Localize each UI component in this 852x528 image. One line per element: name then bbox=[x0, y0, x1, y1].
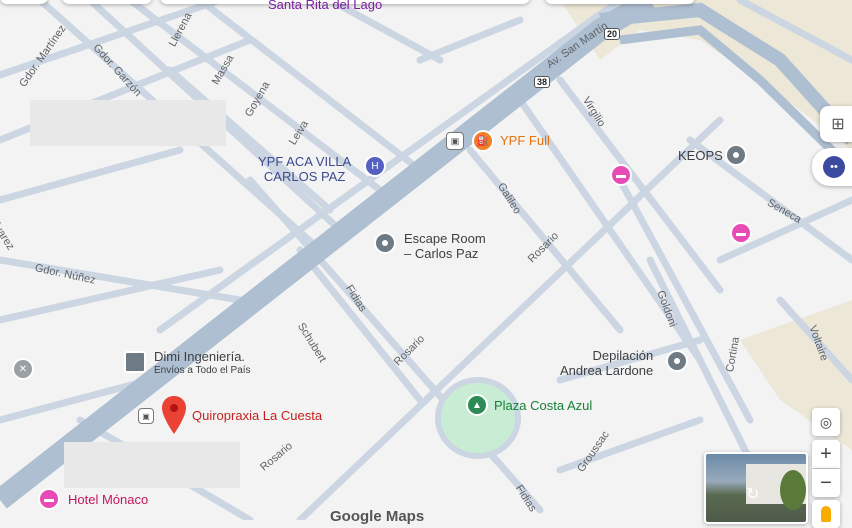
poi-label-escape-room[interactable]: Escape Room – Carlos Paz bbox=[404, 231, 486, 261]
top-chip[interactable] bbox=[0, 0, 48, 4]
poi-label-plaza[interactable]: Plaza Costa Azul bbox=[494, 398, 592, 413]
poi-label-ypf-aca[interactable]: YPF ACA VILLA CARLOS PAZ bbox=[258, 154, 351, 184]
bus-stop-icon[interactable]: ▣ bbox=[446, 132, 464, 150]
poi-label-depilacion[interactable]: Depilación Andrea Lardone bbox=[560, 348, 653, 378]
hotel-icon[interactable]: ▬ bbox=[610, 164, 632, 186]
top-chip[interactable] bbox=[62, 0, 152, 4]
hotel-icon[interactable]: H bbox=[364, 155, 386, 177]
place-icon[interactable] bbox=[374, 232, 396, 254]
gas-station-icon[interactable]: ⛽ bbox=[472, 130, 494, 152]
tree-shape bbox=[780, 470, 806, 510]
google-maps-attribution: Google Maps bbox=[330, 508, 425, 525]
route-shield: 20 bbox=[604, 28, 621, 40]
zoom-out-button[interactable]: − bbox=[812, 469, 840, 497]
poi-label-dimi[interactable]: Dimi Ingeniería. bbox=[154, 349, 245, 364]
assistant-icon: •• bbox=[823, 156, 845, 178]
poi-label-ypf-full[interactable]: YPF Full bbox=[500, 133, 550, 148]
place-icon[interactable] bbox=[725, 144, 747, 166]
hotel-icon[interactable]: ▬ bbox=[38, 488, 60, 510]
street-view-rotate-icon: ↻ bbox=[746, 486, 760, 503]
poi-label-hotel-monaco[interactable]: Hotel Mónaco bbox=[68, 492, 148, 507]
hotel-icon[interactable]: ▬ bbox=[730, 222, 752, 244]
street-label: Santa Rita del Lago bbox=[268, 0, 383, 12]
redacted-area bbox=[30, 100, 226, 146]
my-location-button[interactable]: ◎ bbox=[812, 408, 840, 436]
store-icon[interactable] bbox=[124, 351, 146, 373]
target-icon: ◎ bbox=[819, 413, 833, 430]
poi-label-keops[interactable]: KEOPS bbox=[678, 148, 723, 163]
park-icon[interactable]: ▲ bbox=[466, 394, 488, 416]
route-shield: 38 bbox=[534, 76, 551, 88]
street-view-thumbnail[interactable]: ↻ bbox=[704, 452, 808, 524]
layers-icon: ⊞ bbox=[831, 116, 845, 133]
poi-sublabel-dimi: Envíos a Todo el País bbox=[154, 365, 251, 376]
top-chip[interactable] bbox=[545, 0, 695, 4]
red-location-pin-icon[interactable] bbox=[162, 396, 186, 434]
poi-label-quiropraxia[interactable]: Quiropraxia La Cuesta bbox=[192, 408, 322, 423]
bus-stop-icon[interactable]: ▣ bbox=[138, 408, 154, 424]
pegman-button[interactable] bbox=[812, 500, 840, 528]
redacted-area bbox=[64, 442, 240, 488]
place-icon[interactable] bbox=[666, 350, 688, 372]
plaza-park bbox=[435, 377, 521, 459]
layers-button[interactable]: ⊞ bbox=[820, 106, 852, 142]
restaurant-icon[interactable]: ✕ bbox=[12, 358, 34, 380]
assistant-button[interactable]: •• bbox=[812, 148, 852, 186]
zoom-in-button[interactable]: + bbox=[812, 440, 840, 468]
